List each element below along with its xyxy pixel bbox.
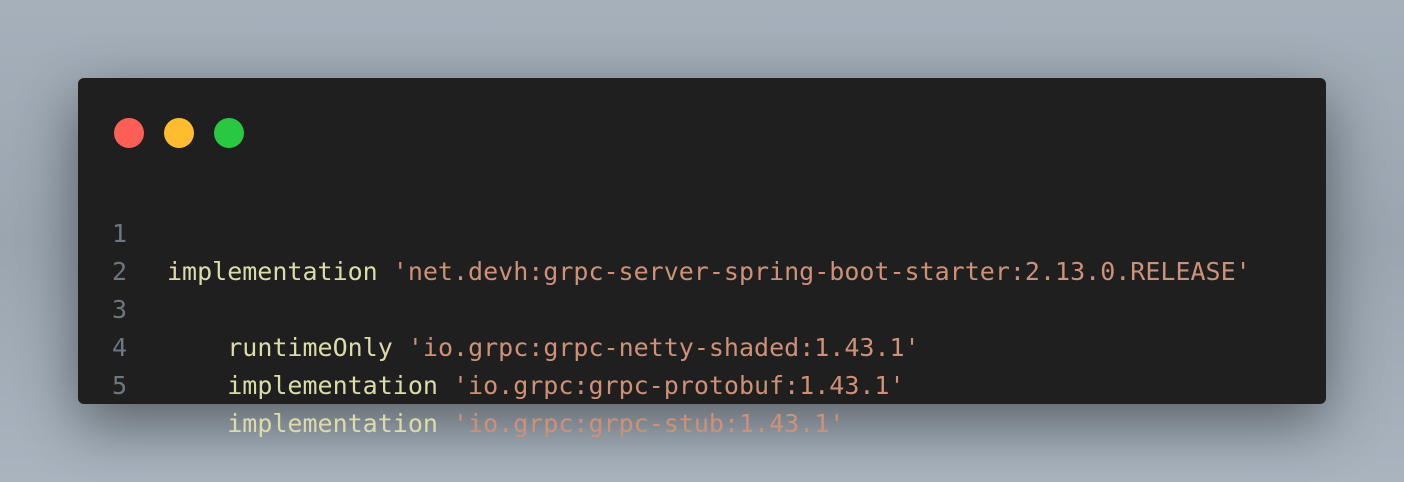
code-line: 3 runtimeOnly 'io.grpc:grpc-netty-shaded… [78, 253, 920, 362]
string-literal: 'io.grpc:grpc-protobuf:1.43.1' [453, 371, 905, 400]
line-number: 5 [112, 371, 128, 400]
keyword: implementation [227, 409, 438, 438]
code-line: 2 [78, 215, 168, 286]
string-literal: 'io.grpc:grpc-stub:1.43.1' [453, 409, 845, 438]
string-literal: 'net.devh:grpc-server-spring-boot-starte… [392, 257, 1251, 286]
code-block: 1 implementation 'net.devh:grpc-server-s… [78, 177, 1251, 438]
keyword: runtimeOnly [227, 333, 393, 362]
code-window: 1 implementation 'net.devh:grpc-server-s… [78, 78, 1326, 438]
close-button[interactable] [114, 118, 144, 148]
string-literal: 'io.grpc:grpc-netty-shaded:1.43.1' [407, 333, 920, 362]
maximize-button[interactable] [214, 118, 244, 148]
code-line: 1 implementation 'net.devh:grpc-server-s… [78, 177, 1251, 286]
keyword: implementation [167, 257, 378, 286]
code-line: 5 implementation 'io.grpc:grpc-stub:1.43… [78, 329, 844, 438]
code-line: 4 implementation 'io.grpc:grpc-protobuf:… [78, 291, 905, 400]
minimize-button[interactable] [164, 118, 194, 148]
keyword: implementation [227, 371, 438, 400]
